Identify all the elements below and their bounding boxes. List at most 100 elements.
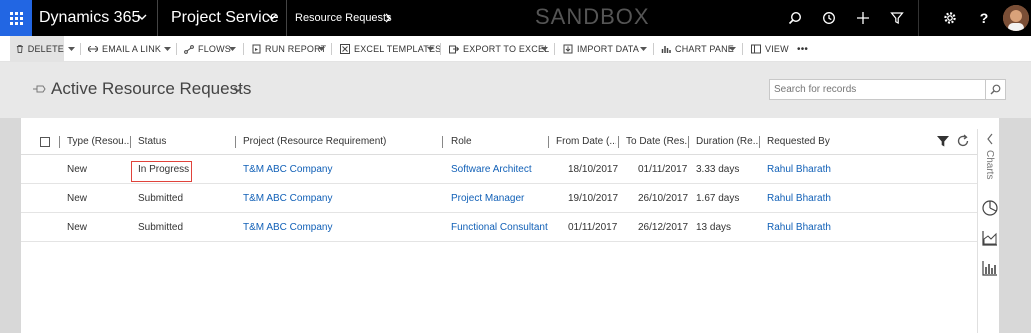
- divider: [157, 0, 158, 36]
- charts-label[interactable]: Charts: [981, 150, 995, 179]
- search-input[interactable]: [769, 79, 986, 100]
- table-row[interactable]: New Submitted T&M ABC Company Project Ma…: [21, 185, 977, 213]
- select-all-checkbox[interactable]: [40, 137, 50, 147]
- chevron-right-icon[interactable]: [384, 13, 392, 23]
- delete-label: DELETE: [27, 44, 64, 54]
- run-report-button[interactable]: RUN REPORT: [252, 36, 326, 62]
- email-link-label: EMAIL A LINK: [102, 44, 162, 54]
- cell-from-date: 01/11/2017: [568, 222, 618, 233]
- column-separator: [548, 136, 549, 148]
- column-header-status[interactable]: Status: [138, 129, 166, 155]
- column-separator: [235, 136, 236, 148]
- cell-to-date: 26/10/2017: [638, 193, 689, 204]
- plus-icon[interactable]: [846, 0, 880, 36]
- pin-icon[interactable]: [32, 84, 46, 94]
- cell-type: New: [67, 193, 88, 204]
- cell-requested-by-link[interactable]: Rahul Bharath: [767, 214, 831, 242]
- column-header-requested-by[interactable]: Requested By: [767, 129, 830, 155]
- cell-duration: 1.67 days: [696, 193, 740, 204]
- delete-button[interactable]: DELETE: [10, 36, 64, 62]
- import-data-button[interactable]: IMPORT DATA: [563, 36, 639, 62]
- chevron-down-icon[interactable]: [267, 12, 277, 22]
- column-separator: [59, 136, 60, 148]
- cell-from-date: 19/10/2017: [568, 193, 619, 204]
- cell-type: New: [67, 222, 88, 233]
- avatar[interactable]: [1003, 5, 1029, 31]
- filter-icon[interactable]: [880, 0, 914, 36]
- divider: [742, 43, 743, 55]
- app-name[interactable]: Dynamics 365: [39, 0, 140, 36]
- column-header-from-date[interactable]: From Date (...: [556, 129, 616, 155]
- caret-down-icon[interactable]: [68, 47, 75, 51]
- caret-down-icon[interactable]: [164, 47, 171, 51]
- bar-chart-icon: [661, 46, 671, 53]
- chevron-down-icon[interactable]: [234, 87, 242, 92]
- trash-icon: [16, 45, 23, 53]
- flows-label: FLOWS: [198, 44, 232, 54]
- view-label: VIEW: [765, 44, 789, 54]
- column-header-role[interactable]: Role: [451, 129, 472, 155]
- table-row[interactable]: New Submitted T&M ABC Company Functional…: [21, 214, 977, 242]
- column-separator: [130, 136, 131, 148]
- cell-project-link[interactable]: T&M ABC Company: [243, 185, 332, 213]
- cell-role-link[interactable]: Functional Consultant: [451, 214, 548, 242]
- cell-role-link[interactable]: Software Architect: [451, 156, 532, 184]
- more-commands-button[interactable]: •••: [797, 36, 808, 62]
- cell-project-link[interactable]: T&M ABC Company: [243, 156, 332, 184]
- caret-down-icon[interactable]: [729, 47, 736, 51]
- import-data-label: IMPORT DATA: [577, 44, 640, 54]
- search-icon[interactable]: [778, 0, 812, 36]
- column-separator: [618, 136, 619, 148]
- divider: [176, 43, 177, 55]
- divider: [286, 0, 287, 36]
- column-separator: [442, 136, 443, 148]
- command-bar: DELETE EMAIL A LINK FLOWS RUN REPORT EXC…: [0, 36, 1031, 62]
- column-header-type[interactable]: Type (Resou...: [67, 129, 129, 155]
- app-launcher-icon[interactable]: [0, 0, 32, 36]
- breadcrumb[interactable]: Resource Requests: [295, 0, 392, 36]
- view-button[interactable]: VIEW: [751, 36, 789, 62]
- cell-from-date: 18/10/2017: [568, 164, 619, 175]
- divider: [653, 43, 654, 55]
- bar-chart-icon[interactable]: [981, 259, 999, 277]
- flow-icon: [184, 44, 194, 54]
- cell-to-date: 01/11/2017: [638, 164, 688, 175]
- filter-icon[interactable]: [936, 134, 950, 148]
- cell-requested-by-link[interactable]: Rahul Bharath: [767, 185, 831, 213]
- chart-pane-button[interactable]: CHART PANE: [661, 36, 734, 62]
- caret-down-icon[interactable]: [318, 47, 325, 51]
- cell-status: Submitted: [138, 222, 184, 233]
- area-name[interactable]: Project Service: [171, 0, 279, 36]
- divider: [440, 43, 441, 55]
- cell-project-link[interactable]: T&M ABC Company: [243, 214, 332, 242]
- top-navigation-bar: Dynamics 365 Project Service Resource Re…: [0, 0, 1031, 36]
- column-header-to-date[interactable]: To Date (Res...: [626, 129, 688, 155]
- area-chart-icon[interactable]: [981, 229, 999, 247]
- chevron-down-icon[interactable]: [137, 12, 147, 22]
- cell-duration: 13 days: [696, 222, 732, 233]
- cell-role-link[interactable]: Project Manager: [451, 185, 524, 213]
- cell-requested-by-link[interactable]: Rahul Bharath: [767, 156, 831, 184]
- recent-icon[interactable]: [812, 0, 846, 36]
- divider: [918, 0, 919, 36]
- email-link-button[interactable]: EMAIL A LINK: [88, 36, 161, 62]
- caret-down-icon[interactable]: [427, 47, 434, 51]
- caret-down-icon[interactable]: [640, 47, 647, 51]
- caret-down-icon[interactable]: [541, 47, 548, 51]
- grid-header: Type (Resou... Status Project (Resource …: [21, 129, 977, 155]
- pie-chart-icon[interactable]: [981, 199, 999, 217]
- view-selector[interactable]: Active Resource Requests: [51, 79, 251, 99]
- help-icon[interactable]: ?: [967, 0, 1001, 36]
- caret-down-icon[interactable]: [229, 47, 236, 51]
- divider: [80, 43, 81, 55]
- column-header-project[interactable]: Project (Resource Requirement): [243, 129, 386, 155]
- refresh-icon[interactable]: [956, 134, 970, 148]
- export-excel-button[interactable]: EXPORT TO EXCEL: [449, 36, 549, 62]
- collapse-icon[interactable]: [981, 130, 999, 148]
- settings-icon[interactable]: [933, 0, 967, 36]
- column-header-duration[interactable]: Duration (Re...: [696, 129, 760, 155]
- search-icon[interactable]: [985, 79, 1006, 100]
- report-icon: [252, 44, 261, 54]
- chart-pane-label: CHART PANE: [675, 44, 735, 54]
- flows-button[interactable]: FLOWS: [184, 36, 231, 62]
